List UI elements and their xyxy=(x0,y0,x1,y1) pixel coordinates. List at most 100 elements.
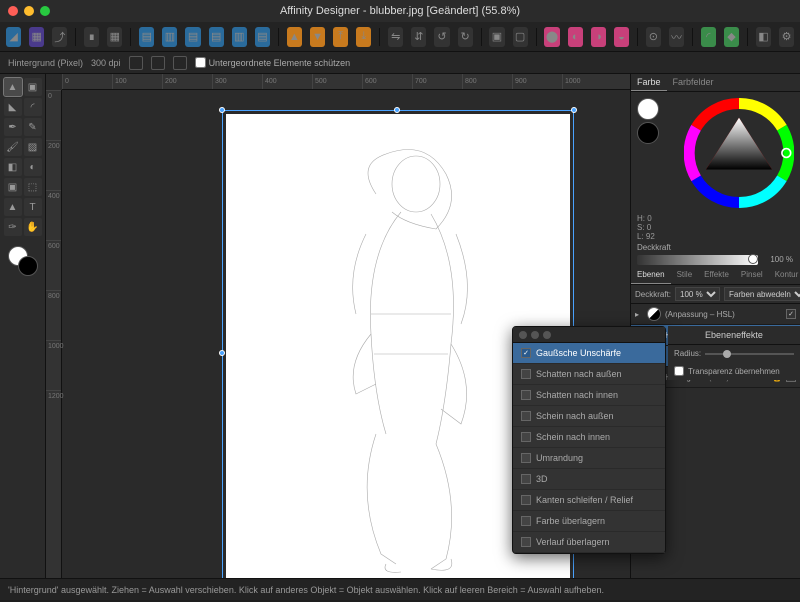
context-ratio-icon[interactable] xyxy=(151,56,165,70)
handle-tl[interactable] xyxy=(219,107,225,113)
effect-checkbox[interactable] xyxy=(521,537,531,547)
handle-tr[interactable] xyxy=(571,107,577,113)
handle-tm[interactable] xyxy=(394,107,400,113)
effect-item[interactable]: Schein nach außen xyxy=(513,406,665,427)
gradient-tool[interactable]: ◧ xyxy=(4,158,22,176)
ungroup-button[interactable]: ▢ xyxy=(513,27,528,47)
align-bottom-button[interactable]: ▤ xyxy=(255,27,270,47)
blend-mode-select[interactable]: Farben abwedeln xyxy=(724,287,800,301)
effect-item[interactable]: Schatten nach innen xyxy=(513,385,665,406)
snap-button[interactable]: ∎ xyxy=(84,27,99,47)
align-left-button[interactable]: ▤ xyxy=(139,27,154,47)
effect-item[interactable]: Schein nach innen xyxy=(513,427,665,448)
effects-panel-titlebar[interactable] xyxy=(513,327,665,343)
arrange-front-button[interactable]: ⤒ xyxy=(333,27,348,47)
pencil-tool[interactable]: ✎ xyxy=(24,118,42,136)
effect-checkbox[interactable] xyxy=(521,390,531,400)
view-mode-button[interactable]: ◧ xyxy=(756,27,771,47)
place-tool[interactable]: ⬚ xyxy=(24,178,42,196)
align-top-button[interactable]: ▤ xyxy=(209,27,224,47)
align-center-button[interactable]: ▥ xyxy=(162,27,177,47)
effect-item[interactable]: Schatten nach außen xyxy=(513,364,665,385)
eyedropper-tool[interactable]: ✑ xyxy=(4,218,22,236)
effect-checkbox[interactable] xyxy=(521,516,531,526)
effect-checkbox[interactable] xyxy=(521,495,531,505)
effect-item[interactable]: Umrandung xyxy=(513,448,665,469)
background-swatch[interactable] xyxy=(18,256,38,276)
color-swatches[interactable] xyxy=(8,246,38,276)
opacity-slider[interactable] xyxy=(637,255,758,265)
arrange-forward-button[interactable]: ▲ xyxy=(287,27,302,47)
corner-tool[interactable]: ◜ xyxy=(24,98,42,116)
move-tool[interactable]: ▲ xyxy=(4,78,22,96)
color-wheel[interactable] xyxy=(684,98,794,208)
context-dpi[interactable]: 300 dpi xyxy=(91,58,121,68)
effect-checkbox[interactable] xyxy=(521,474,531,484)
boolean-sub-button[interactable]: ◐ xyxy=(568,27,583,47)
prefs-button[interactable]: ⚙ xyxy=(779,27,794,47)
layer-effects-panel[interactable]: Gaußsche UnschärfeSchatten nach außenSch… xyxy=(512,326,666,554)
effect-item[interactable]: Kanten schleifen / Relief xyxy=(513,490,665,511)
effect-checkbox[interactable] xyxy=(521,453,531,463)
fill-tool[interactable]: ▨ xyxy=(24,138,42,156)
effect-checkbox[interactable] xyxy=(521,411,531,421)
effect-checkbox[interactable] xyxy=(521,432,531,442)
boolean-xor-button[interactable]: ◒ xyxy=(614,27,629,47)
pen-tool[interactable]: ✒ xyxy=(4,118,22,136)
effect-item[interactable]: Verlauf überlagern xyxy=(513,532,665,553)
maximize-icon[interactable] xyxy=(543,331,551,339)
tab-ebenen[interactable]: Ebenen xyxy=(631,267,671,284)
group-button[interactable]: ▣ xyxy=(489,27,504,47)
boolean-int-button[interactable]: ◑ xyxy=(591,27,606,47)
hand-tool[interactable]: ✋ xyxy=(24,218,42,236)
assets-button[interactable]: ◆ xyxy=(724,27,739,47)
tab-pinsel[interactable]: Pinsel xyxy=(735,267,769,284)
tab-color[interactable]: Farbe xyxy=(631,74,667,91)
effect-item[interactable]: Farbe überlagern xyxy=(513,511,665,532)
visibility-checkbox[interactable] xyxy=(786,309,796,319)
flip-v-button[interactable]: ⇵ xyxy=(411,27,426,47)
rotate-ccw-button[interactable]: ↺ xyxy=(434,27,449,47)
protect-children-checkbox[interactable]: Untergeordnete Elemente schützen xyxy=(195,57,351,68)
radius-slider[interactable] xyxy=(705,353,794,355)
preserve-alpha-checkbox[interactable] xyxy=(674,366,684,376)
effect-checkbox[interactable] xyxy=(521,369,531,379)
effect-item[interactable]: 3D xyxy=(513,469,665,490)
boolean-add-button[interactable]: ⬤ xyxy=(544,27,559,47)
persona-export-button[interactable]: ⤴ xyxy=(52,27,67,47)
stroke-swatch[interactable] xyxy=(637,122,659,144)
vector-brush-tool[interactable]: 🖌 xyxy=(4,138,22,156)
tab-effekte[interactable]: Effekte xyxy=(698,267,735,284)
arrange-last-button[interactable]: ⤓ xyxy=(356,27,371,47)
flip-h-button[interactable]: ⇋ xyxy=(388,27,403,47)
tab-swatches[interactable]: Farbfelder xyxy=(667,74,720,91)
persona-designer-button[interactable]: ◢ xyxy=(6,27,21,47)
shape-tool[interactable]: ▲ xyxy=(4,198,22,216)
minimize-icon[interactable] xyxy=(531,331,539,339)
transparency-tool[interactable]: ◐ xyxy=(24,158,42,176)
preserve-alpha-row[interactable]: Transparenz übernehmen xyxy=(668,362,800,380)
context-lock-icon[interactable] xyxy=(129,56,143,70)
rotate-cw-button[interactable]: ↻ xyxy=(458,27,473,47)
node-tool[interactable]: ◣ xyxy=(4,98,22,116)
text-tool[interactable]: T xyxy=(24,198,42,216)
tab-kontur[interactable]: Kontur xyxy=(769,267,800,284)
corner-button[interactable]: ◜ xyxy=(701,27,716,47)
crop-tool[interactable]: ▣ xyxy=(4,178,22,196)
close-icon[interactable] xyxy=(519,331,527,339)
fill-swatch[interactable] xyxy=(637,98,659,120)
layer-row[interactable]: ▸(Anpassung – HSL) xyxy=(631,304,800,325)
artboard-tool[interactable]: ▣ xyxy=(24,78,42,96)
tab-stile[interactable]: Stile xyxy=(671,267,699,284)
effect-checkbox[interactable] xyxy=(521,348,531,358)
insert-target-button[interactable]: ⊙ xyxy=(646,27,661,47)
layer-opacity-select[interactable]: 100 % xyxy=(675,287,720,301)
align-right-button[interactable]: ▤ xyxy=(185,27,200,47)
opacity-value[interactable]: 100 % xyxy=(762,254,794,265)
convert-curves-button[interactable]: 〰 xyxy=(669,27,684,47)
align-middle-button[interactable]: ▥ xyxy=(232,27,247,47)
arrange-back-button[interactable]: ▼ xyxy=(310,27,325,47)
grid-button[interactable]: ▦ xyxy=(107,27,122,47)
persona-pixel-button[interactable]: ▦ xyxy=(29,27,44,47)
context-link-icon[interactable] xyxy=(173,56,187,70)
